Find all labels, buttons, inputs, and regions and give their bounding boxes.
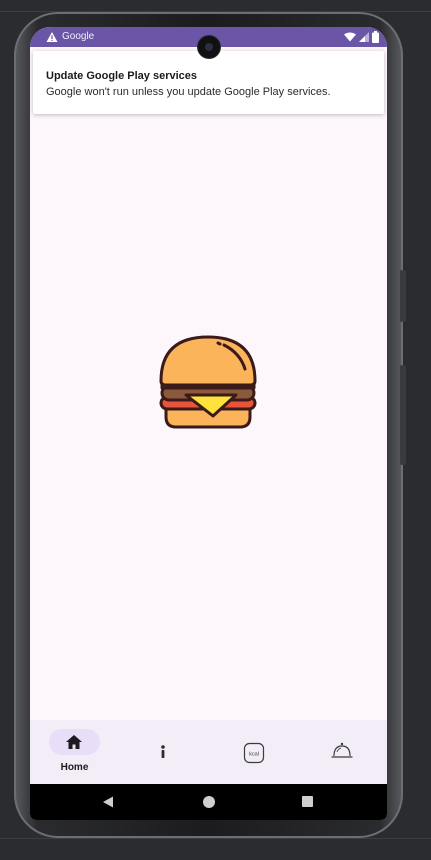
- home-circle-icon[interactable]: [203, 796, 215, 808]
- power-button[interactable]: [400, 365, 406, 465]
- cloche-icon: [331, 742, 353, 758]
- home-icon: [66, 735, 82, 749]
- recents-icon[interactable]: [302, 796, 313, 807]
- svg-text:kcal: kcal: [249, 752, 259, 758]
- nav-item-kcal[interactable]: kcal: [208, 720, 297, 784]
- status-icons: [344, 31, 379, 43]
- info-icon: [161, 745, 165, 758]
- battery-icon: [372, 31, 379, 43]
- front-camera: [198, 36, 220, 58]
- notification-body: Google won't run unless you update Googl…: [46, 86, 331, 98]
- update-notification[interactable]: Update Google Play services Google won't…: [33, 51, 384, 114]
- notification-title: Update Google Play services: [46, 70, 198, 82]
- nav-item-home[interactable]: Home: [30, 720, 119, 784]
- wifi-icon: [344, 32, 356, 42]
- system-navigation-bar: [30, 784, 387, 820]
- volume-button[interactable]: [400, 270, 406, 322]
- emulator-divider-bottom: [0, 838, 431, 839]
- warning-triangle-icon: [46, 32, 58, 42]
- signal-icon: [359, 32, 369, 42]
- kcal-icon: kcal: [243, 742, 265, 764]
- device-screen: Google Update Google Play services Googl…: [30, 27, 387, 820]
- nav-item-info[interactable]: [119, 720, 208, 784]
- back-icon[interactable]: [102, 796, 114, 808]
- nav-label-home: Home: [60, 762, 89, 773]
- nav-item-dish[interactable]: [297, 720, 386, 784]
- hamburger-illustration: [159, 335, 257, 429]
- bottom-navigation: Home kcal: [30, 720, 387, 784]
- status-app-name: Google: [62, 31, 95, 42]
